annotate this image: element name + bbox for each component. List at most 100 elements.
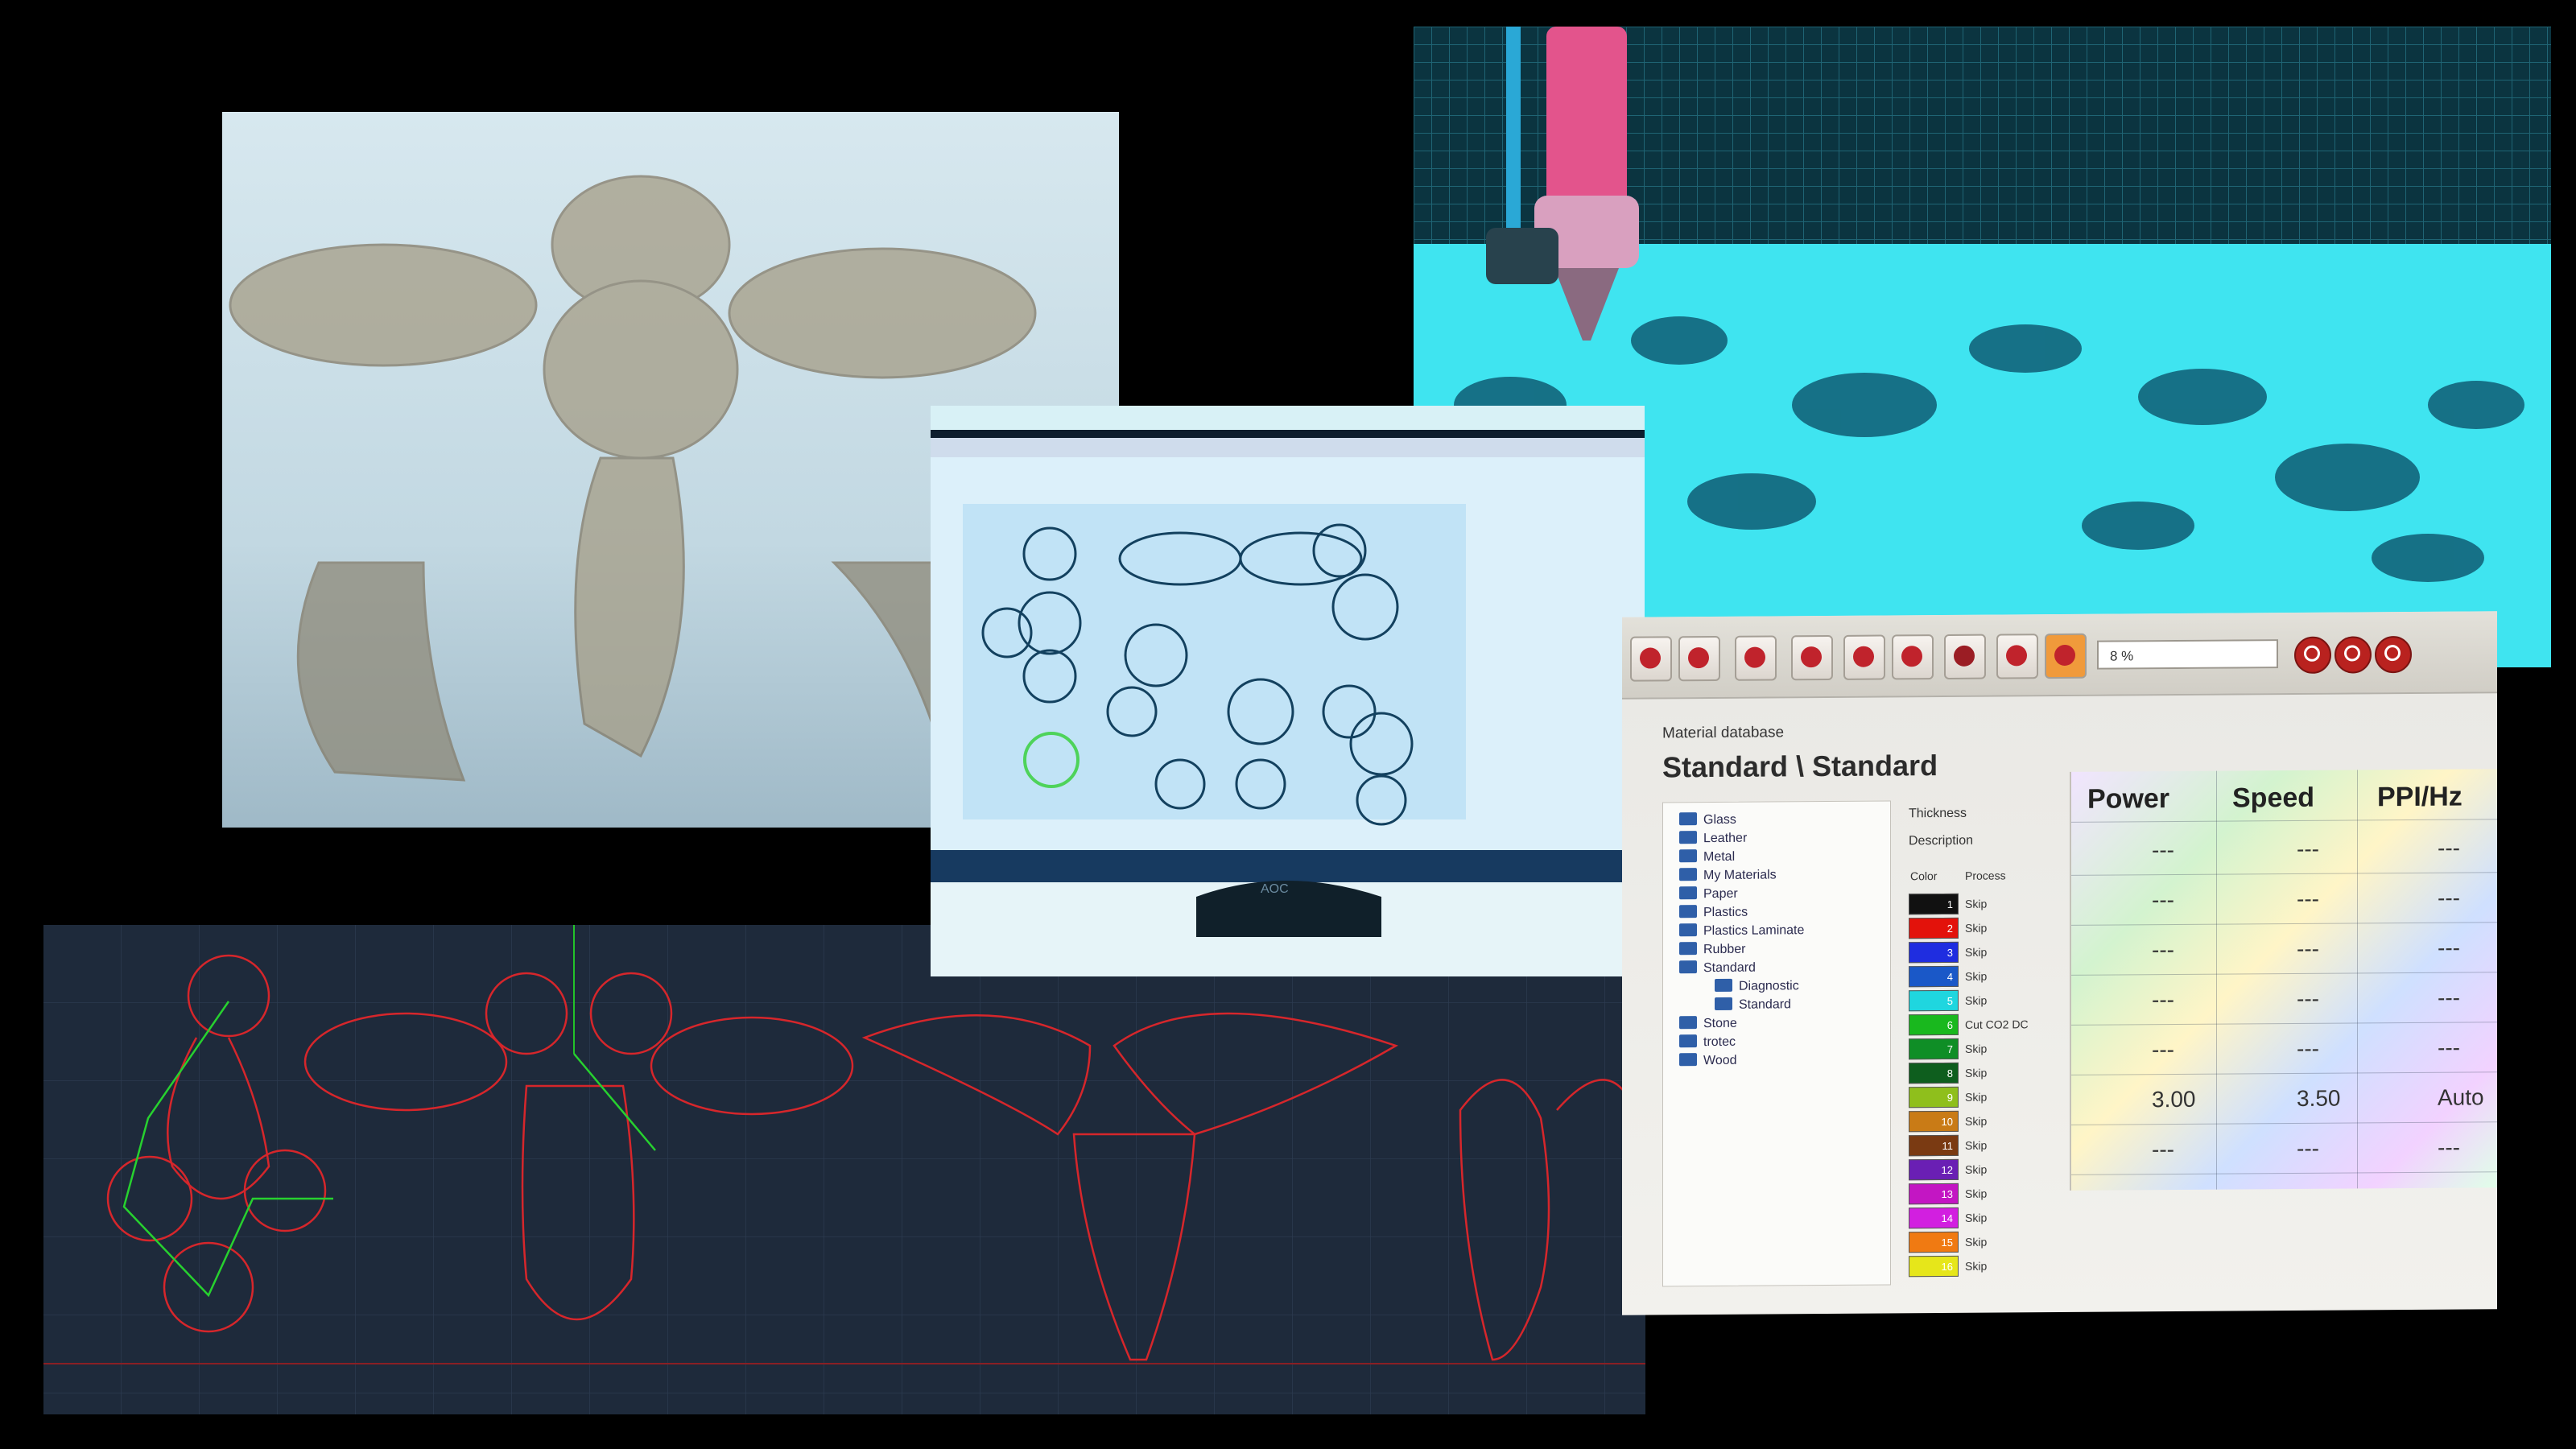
toolbar-button[interactable] [1735,635,1777,681]
ppi-cell[interactable]: --- [2438,1135,2460,1161]
ppi-cell[interactable]: --- [2438,1035,2460,1061]
tree-item-label: Metal [1703,849,1736,865]
folder-icon [1679,923,1697,937]
color-row[interactable]: 11 Skip [1909,1134,2070,1157]
speed-cell[interactable]: --- [2297,836,2319,862]
tree-item[interactable]: Leather [1679,831,1747,847]
dialog-title: Material database [1662,724,1785,742]
color-row[interactable]: 15 Skip [1909,1231,2070,1253]
color-row[interactable]: 4 Skip [1909,965,2070,988]
monitor-photo: AOC [931,406,1645,976]
toolbar-button[interactable] [1630,636,1672,682]
zoom-select[interactable]: 8 % [2097,639,2278,670]
tree-item[interactable]: Plastics [1679,905,1748,921]
tree-item-label: Rubber [1703,942,1746,957]
toolbar-button[interactable] [1843,634,1885,680]
speed-cell[interactable]: --- [2297,1036,2319,1062]
color-swatch: 5 [1909,989,1959,1012]
toolbar: 8 % [1622,611,2497,700]
tree-item[interactable]: Metal [1679,849,1735,865]
color-row[interactable]: 2 Skip [1909,917,2070,939]
speed-cell[interactable]: --- [2297,936,2319,962]
process-value: Skip [1965,1259,1988,1273]
power-column-header: Power [2087,783,2170,815]
cad-drawing-screen [43,925,1645,1414]
tree-item[interactable]: Plastics Laminate [1679,923,1804,939]
color-swatch: 10 [1909,1110,1959,1133]
tree-item-label: trotec [1703,1034,1736,1050]
power-cell[interactable]: --- [2152,1037,2174,1063]
ppi-cell[interactable]: Auto [2438,1084,2484,1110]
toolbar-button[interactable] [1791,634,1833,681]
ppi-cell[interactable]: --- [2438,985,2460,1011]
color-swatch: 11 [1909,1134,1959,1157]
tree-item-label: Paper [1703,886,1738,902]
color-row[interactable]: 8 Skip [1909,1062,2070,1084]
process-value: Skip [1965,993,1988,1007]
parameter-grid: Power Speed PPI/Hz --- --- --- --- --- --- ---… [2070,769,2497,1191]
speed-cell[interactable]: 3.50 [2297,1086,2341,1112]
thickness-label: Thickness [1909,806,1967,821]
zoom-fit-icon[interactable] [2294,636,2331,674]
power-cell[interactable]: 3.00 [2152,1087,2196,1113]
description-label: Description [1909,833,1974,848]
folder-icon [1679,960,1697,974]
power-cell[interactable]: --- [2152,1137,2174,1162]
ppi-cell[interactable]: --- [2438,886,2460,911]
gear-icon[interactable] [1996,634,2038,679]
color-swatch: 13 [1909,1183,1959,1205]
folder-icon [1679,1016,1697,1030]
color-row[interactable]: 14 Skip [1909,1207,2070,1229]
tree-item[interactable]: Glass [1679,812,1736,828]
tree-item-label: Glass [1703,812,1736,828]
folder-icon [1679,1053,1697,1067]
folder-icon [1679,942,1697,956]
process-value: Skip [1965,1162,1988,1176]
eye-icon[interactable] [1944,634,1986,680]
tree-item-label: Wood [1703,1053,1737,1068]
color-row[interactable]: 10 Skip [1909,1110,2070,1133]
process-value: Skip [1965,945,1988,959]
color-row[interactable]: 13 Skip [1909,1183,2070,1205]
zoom-out-icon[interactable] [2375,635,2412,674]
power-cell[interactable]: --- [2152,887,2174,913]
tree-item[interactable]: Wood [1679,1053,1737,1068]
color-row[interactable]: 1 Skip [1909,893,2070,915]
color-row[interactable]: 6 Cut CO2 DC [1909,1013,2070,1036]
ppi-cell[interactable]: --- [2438,935,2460,961]
color-row[interactable]: 5 Skip [1909,989,2070,1012]
laser-settings-button[interactable] [2045,633,2087,679]
color-row[interactable]: 7 Skip [1909,1038,2070,1060]
speed-cell[interactable]: --- [2297,886,2319,912]
tree-item[interactable]: Stone [1679,1016,1737,1032]
speed-cell[interactable]: --- [2297,1136,2319,1162]
power-cell[interactable]: --- [2152,937,2174,963]
color-swatch: 3 [1909,941,1959,964]
tree-item[interactable]: trotec [1679,1034,1736,1050]
color-row[interactable]: 12 Skip [1909,1158,2070,1181]
material-path: Standard \ Standard [1662,749,1938,784]
ppi-cell[interactable]: --- [2438,836,2460,861]
tree-item[interactable]: My Materials [1679,867,1777,883]
speed-column-header: Speed [2232,782,2315,814]
color-row[interactable]: 16 Skip [1909,1255,2070,1278]
tree-item[interactable]: Standard [1679,960,1756,976]
process-value: Skip [1965,1187,1988,1200]
toolbar-button[interactable] [1678,635,1720,682]
zoom-in-icon[interactable] [2334,636,2372,674]
speed-cell[interactable]: --- [2297,986,2319,1012]
color-swatch: 8 [1909,1062,1959,1084]
color-row[interactable]: 9 Skip [1909,1086,2070,1108]
process-value: Cut CO2 DC [1965,1018,2029,1031]
power-cell[interactable]: --- [2152,837,2174,863]
tree-item[interactable]: Standard [1715,997,1791,1013]
process-value: Skip [1965,897,1988,910]
power-cell[interactable]: --- [2152,987,2174,1013]
color-row[interactable]: 3 Skip [1909,941,2070,964]
tree-item[interactable]: Paper [1679,886,1738,902]
folder-icon [1715,997,1732,1010]
process-value: Skip [1965,921,1988,935]
tree-item[interactable]: Rubber [1679,942,1745,958]
toolbar-button[interactable] [1892,634,1934,680]
tree-item[interactable]: Diagnostic [1715,978,1799,994]
